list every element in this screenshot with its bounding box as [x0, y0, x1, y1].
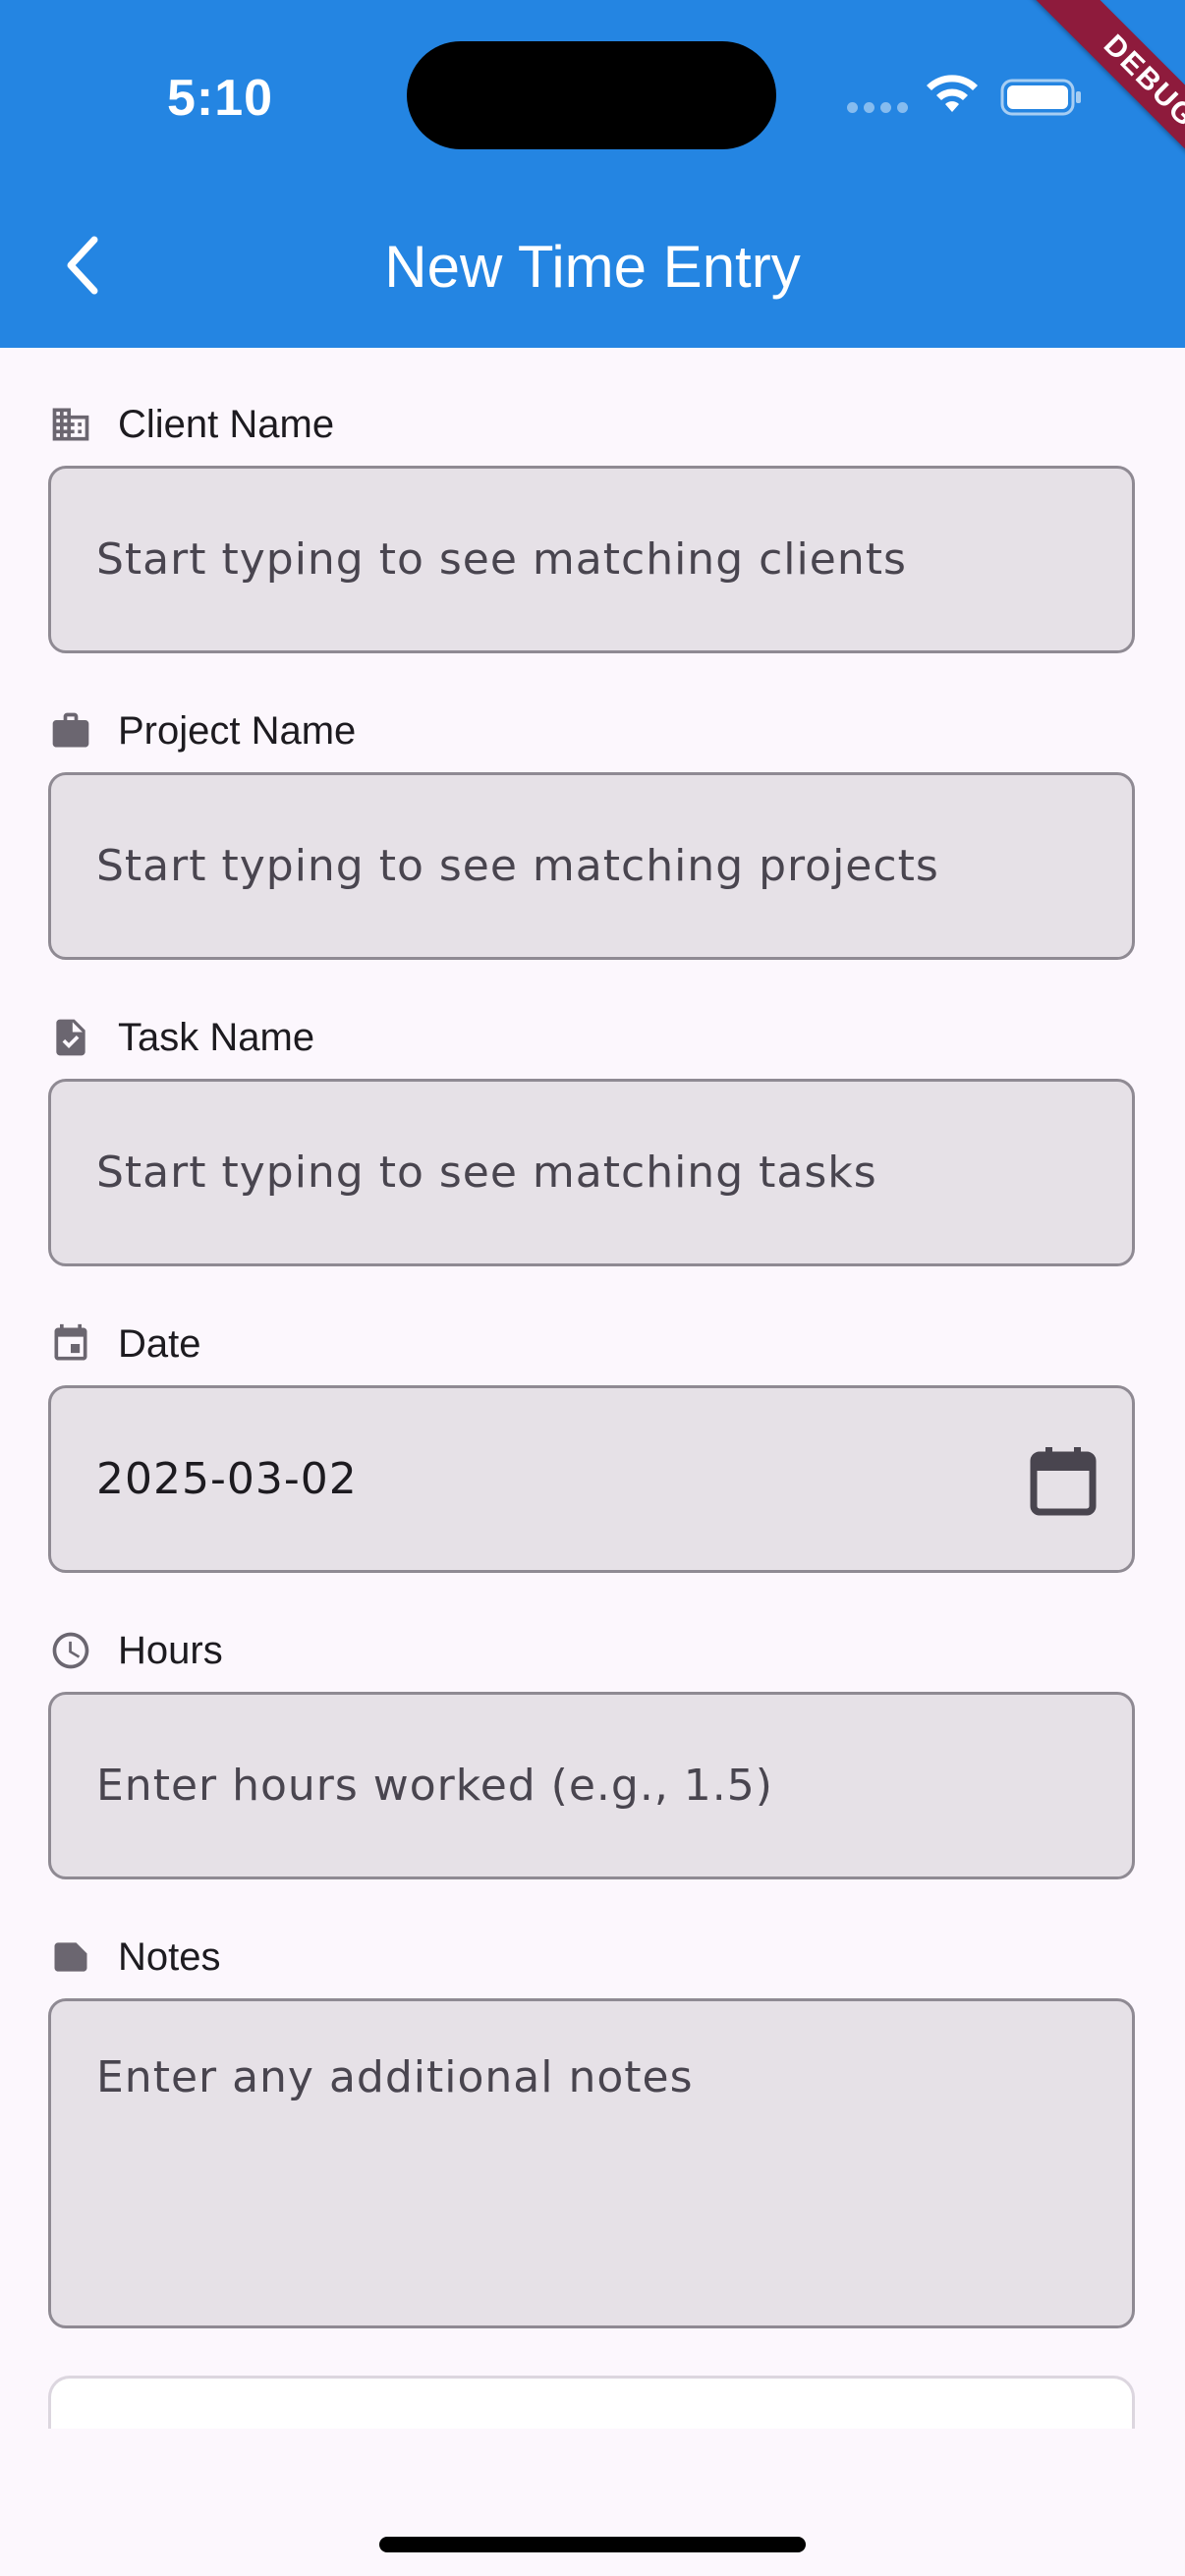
partial-card — [48, 2376, 1135, 2435]
hours-label: Hours — [118, 1628, 223, 1672]
client-name-field[interactable] — [48, 466, 1135, 653]
label-icon — [54, 1942, 87, 1972]
bottom-area — [0, 2429, 1185, 2576]
battery-icon — [1000, 79, 1081, 116]
notes-label: Notes — [118, 1934, 221, 1979]
hours-input[interactable] — [96, 1695, 1040, 1876]
home-indicator[interactable] — [379, 2537, 806, 2552]
project-name-field[interactable] — [48, 772, 1135, 960]
clock-icon — [52, 1632, 89, 1669]
calendar-icon[interactable] — [1030, 1445, 1097, 1516]
task-name-field[interactable] — [48, 1079, 1135, 1266]
event-icon — [54, 1323, 87, 1361]
client-name-label: Client Name — [118, 402, 335, 446]
date-label: Date — [118, 1321, 201, 1366]
page-title: New Time Entry — [384, 234, 801, 300]
task-name-input[interactable] — [96, 1082, 1040, 1263]
task-name-label-row: Task Name — [49, 1013, 314, 1062]
date-field[interactable] — [48, 1385, 1135, 1573]
notes-input[interactable] — [96, 2052, 1040, 2249]
date-label-row: Date — [49, 1319, 201, 1369]
business-icon — [52, 408, 89, 441]
notes-field[interactable] — [48, 1998, 1135, 2328]
project-name-label-row: Project Name — [49, 706, 356, 756]
app-bar: 5:10 DEBUG New Time Entry — [0, 0, 1185, 348]
hours-field[interactable] — [48, 1692, 1135, 1879]
dynamic-island — [407, 41, 776, 149]
client-name-label-row: Client Name — [49, 400, 334, 449]
client-name-input[interactable] — [96, 469, 1040, 650]
project-name-input[interactable] — [96, 775, 1040, 957]
notes-label-row: Notes — [49, 1932, 221, 1982]
hours-label-row: Hours — [49, 1626, 223, 1675]
date-input[interactable] — [96, 1388, 1040, 1570]
status-time: 5:10 — [167, 70, 274, 127]
project-name-label: Project Name — [118, 708, 357, 753]
task-name-label: Task Name — [118, 1015, 315, 1059]
briefcase-icon — [52, 712, 89, 748]
task-icon — [56, 1019, 85, 1056]
cellular-signal-icon — [847, 102, 908, 113]
wifi-icon — [927, 75, 978, 112]
